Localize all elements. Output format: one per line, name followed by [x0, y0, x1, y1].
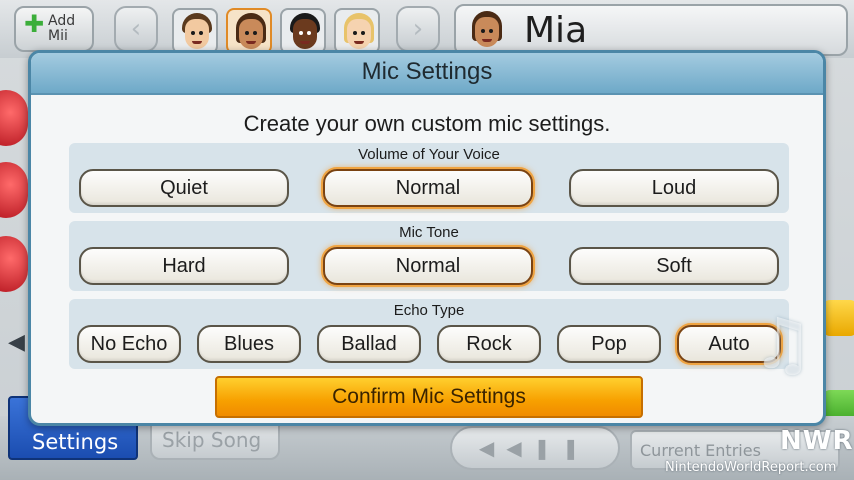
mic-tone-section-label: Mic Tone: [399, 224, 459, 241]
media-controls[interactable]: ◀◀❚❚: [450, 426, 620, 470]
echo-no-echo-button[interactable]: No Echo: [77, 325, 181, 363]
mii-eye: [245, 31, 249, 35]
red-side-button-1[interactable]: [0, 90, 28, 146]
mii-eye: [299, 31, 303, 35]
red-side-button-3[interactable]: [0, 236, 28, 292]
mii-avatar-4[interactable]: [334, 8, 380, 54]
mii-eye: [307, 31, 311, 35]
mii-mouth: [300, 41, 310, 44]
tone-soft-button[interactable]: Soft: [569, 247, 779, 285]
add-mii-label-line1: Add: [48, 13, 76, 29]
mii-mouth: [482, 39, 492, 42]
skip-song-label: Skip Song: [162, 428, 262, 452]
next-mii-arrow-button[interactable]: ›: [396, 6, 440, 52]
mii-mouth: [354, 41, 364, 44]
echo-pop-button[interactable]: Pop: [557, 325, 661, 363]
confirm-mic-settings-button[interactable]: Confirm Mic Settings: [215, 376, 643, 418]
add-mii-label: Add Mii: [48, 14, 75, 44]
mii-eye: [353, 31, 357, 35]
echo-type-section: Echo Type No Echo Blues Ballad Rock Pop …: [69, 299, 789, 369]
volume-section: Volume of Your Voice Quiet Normal Loud: [69, 143, 789, 213]
volume-normal-button[interactable]: Normal: [323, 169, 533, 207]
dialog-subtitle: Create your own custom mic settings.: [243, 111, 611, 136]
prev-mii-arrow-button[interactable]: ‹: [114, 6, 158, 52]
mii-eye: [191, 31, 195, 35]
mii-avatar-2-selected[interactable]: [226, 8, 272, 54]
volume-loud-button[interactable]: Loud: [569, 169, 779, 207]
echo-ballad-button[interactable]: Ballad: [317, 325, 421, 363]
yellow-side-button[interactable]: [822, 300, 854, 336]
nwr-watermark-site: NintendoWorldReport.com: [665, 460, 837, 475]
red-side-button-2[interactable]: [0, 162, 28, 218]
mii-face-skin: [347, 19, 371, 49]
pause-icon[interactable]: ❚❚: [534, 436, 592, 460]
add-mii-label-line2: Mii: [48, 28, 68, 44]
dialog-title: Mic Settings: [361, 58, 493, 85]
mii-eye: [199, 31, 203, 35]
echo-rock-button[interactable]: Rock: [437, 325, 541, 363]
tone-hard-button[interactable]: Hard: [79, 247, 289, 285]
rewind-icon[interactable]: ◀◀: [479, 436, 534, 460]
mii-eye: [489, 29, 493, 33]
settings-label: Settings: [32, 430, 119, 454]
mii-face-skin: [293, 19, 317, 49]
mic-settings-dialog: Mic Settings Create your own custom mic …: [28, 50, 826, 426]
dialog-header: Mic Settings: [31, 53, 823, 95]
chevron-right-icon: ›: [412, 14, 424, 44]
nwr-watermark-logo: NWR: [780, 426, 854, 456]
triangle-left-icon[interactable]: ◀: [8, 330, 25, 355]
mic-tone-section: Mic Tone Hard Normal Soft: [69, 221, 789, 291]
plus-icon: ✚: [24, 10, 45, 38]
mii-face-skin: [185, 19, 209, 49]
player-name: Mia: [524, 10, 588, 51]
volume-quiet-button[interactable]: Quiet: [79, 169, 289, 207]
volume-section-label: Volume of Your Voice: [358, 146, 500, 163]
mii-eye: [361, 31, 365, 35]
current-entries-label: Current Entries: [640, 441, 761, 460]
mii-eye: [481, 29, 485, 33]
chevron-left-icon: ‹: [130, 14, 142, 44]
mii-avatar-1[interactable]: [172, 8, 218, 54]
tone-normal-button[interactable]: Normal: [323, 247, 533, 285]
mii-avatar-3[interactable]: [280, 8, 326, 54]
echo-type-section-label: Echo Type: [393, 302, 465, 319]
mii-mouth: [192, 41, 202, 44]
mii-mouth: [246, 41, 256, 44]
player-avatar: [464, 8, 510, 54]
echo-blues-button[interactable]: Blues: [197, 325, 301, 363]
current-player-box: Mia: [454, 4, 848, 56]
add-mii-button[interactable]: ✚ Add Mii: [14, 6, 94, 52]
mii-face-skin: [475, 17, 499, 47]
mii-eye: [253, 31, 257, 35]
music-note-icon: ♫: [751, 303, 814, 385]
mii-face-skin: [239, 19, 263, 49]
